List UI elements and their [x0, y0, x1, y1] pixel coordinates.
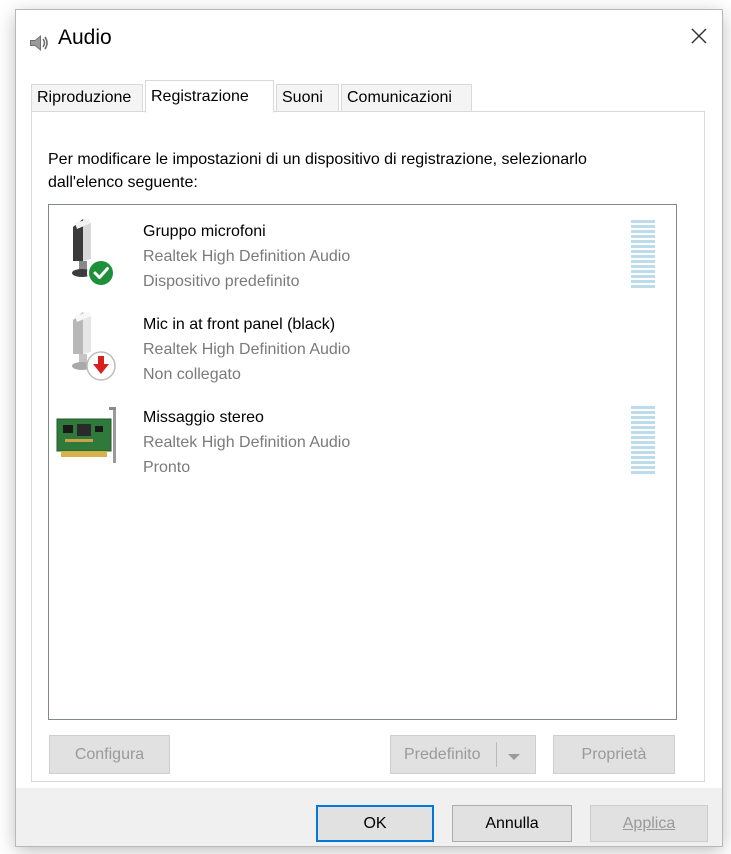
tab-suoni[interactable]: Suoni	[276, 84, 339, 111]
configure-button[interactable]: Configura	[49, 735, 170, 774]
device-item-gruppo-microfoni[interactable]: Gruppo microfoni Realtek High Definition…	[49, 207, 676, 295]
tab-riproduzione[interactable]: Riproduzione	[31, 84, 143, 111]
close-button[interactable]	[676, 18, 722, 58]
window-title: Audio	[58, 26, 112, 49]
device-driver: Realtek High Definition Audio	[143, 434, 351, 451]
configure-button-label: Configura	[74, 745, 145, 763]
device-status: Non collegato	[143, 366, 241, 383]
audio-dialog: Audio Riproduzione Registrazione Suoni C…	[16, 10, 722, 846]
tab-comunicazioni[interactable]: Comunicazioni	[341, 84, 472, 111]
dialog-footer: OK Annulla Applica	[16, 788, 722, 846]
instruction-text: Per modificare le impostazioni di un dis…	[48, 151, 587, 191]
input-level-meter	[631, 406, 655, 476]
title-bar: Audio	[16, 10, 722, 70]
device-driver: Realtek High Definition Audio	[143, 248, 351, 265]
set-default-button-label: Predefinito	[404, 745, 481, 763]
device-item-missaggio-stereo[interactable]: Missaggio stereo Realtek High Definition…	[49, 393, 676, 481]
properties-button-label: Proprietà	[581, 745, 647, 763]
chevron-down-icon[interactable]	[508, 754, 520, 760]
device-driver: Realtek High Definition Audio	[143, 341, 351, 358]
cancel-button[interactable]: Annulla	[452, 805, 572, 842]
properties-button[interactable]: Proprietà	[553, 735, 675, 774]
device-name: Gruppo microfoni	[143, 223, 266, 240]
apply-button[interactable]: Applica	[590, 805, 708, 842]
microphone-icon	[55, 306, 125, 382]
recording-device-list[interactable]: Gruppo microfoni Realtek High Definition…	[48, 204, 677, 720]
input-level-meter	[631, 220, 655, 290]
device-name: Mic in at front panel (black)	[143, 316, 336, 333]
device-status: Pronto	[143, 459, 191, 476]
split-divider	[496, 742, 497, 767]
tab-registrazione[interactable]: Registrazione	[145, 80, 274, 113]
device-item-mic-front-panel[interactable]: Mic in at front panel (black) Realtek Hi…	[49, 300, 676, 388]
unplugged-arrow-badge-icon	[86, 351, 116, 381]
tab-panel-registrazione: Per modificare le impostazioni di un dis…	[31, 111, 705, 782]
speaker-icon	[28, 32, 50, 54]
set-default-button[interactable]: Predefinito	[390, 735, 536, 774]
default-check-badge-icon	[87, 259, 115, 287]
device-status: Dispositivo predefinito	[143, 273, 300, 290]
device-name: Missaggio stereo	[143, 409, 264, 426]
microphone-icon	[55, 213, 125, 289]
ok-button[interactable]: OK	[316, 805, 434, 842]
close-icon	[690, 27, 708, 50]
sound-card-icon	[55, 399, 125, 475]
